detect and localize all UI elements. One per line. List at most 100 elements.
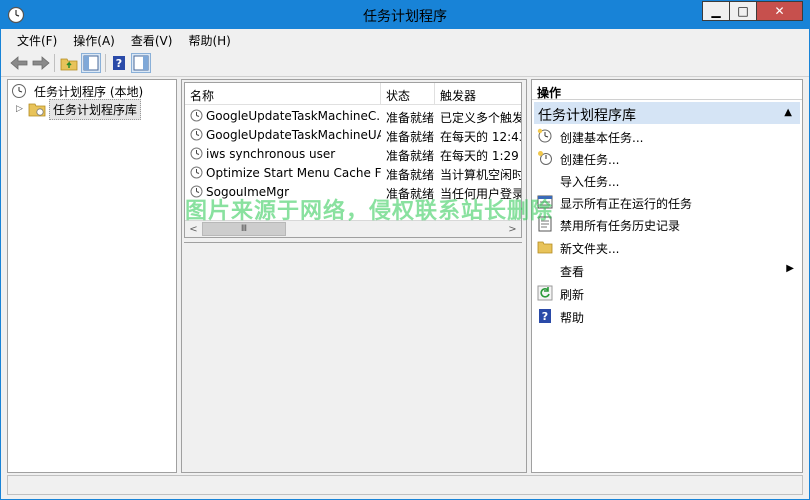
- actions-header: 操作: [532, 80, 802, 100]
- back-icon: [10, 56, 28, 70]
- task-status: 准备就绪: [386, 149, 435, 163]
- task-trigger: 当任何用户登录时: [440, 187, 521, 201]
- task-list[interactable]: 名称 状态 触发器 GoogleUpdateTaskMachineC... 准备…: [184, 82, 522, 238]
- collapse-arrow-icon[interactable]: ▲: [784, 107, 792, 118]
- task-clock-icon: [190, 185, 203, 198]
- scroll-thumb[interactable]: Ⅲ: [202, 222, 286, 236]
- scroll-left-button[interactable]: <: [185, 221, 202, 237]
- horizontal-scrollbar[interactable]: < Ⅲ >: [185, 220, 521, 237]
- action-label: 帮助: [560, 311, 585, 325]
- close-button[interactable]: ✕: [757, 1, 803, 21]
- column-trigger[interactable]: 触发器: [435, 83, 521, 105]
- action-new-folder[interactable]: 新文件夹...: [532, 236, 802, 258]
- forward-button[interactable]: [31, 53, 51, 73]
- task-status: 准备就绪: [386, 168, 435, 182]
- table-row[interactable]: iws synchronous user 准备就绪 在每天的 1:29: [185, 145, 521, 164]
- show-action-pane-button[interactable]: [131, 53, 151, 73]
- task-name: GoogleUpdateTaskMachineUA: [206, 128, 381, 142]
- create-task-icon: [538, 151, 552, 165]
- action-refresh[interactable]: 刷新: [532, 282, 802, 304]
- table-row[interactable]: GoogleUpdateTaskMachineC... 准备就绪 已定义多个触发…: [185, 107, 521, 126]
- task-clock-icon: [190, 147, 203, 160]
- action-label: 导入任务...: [560, 175, 620, 189]
- task-trigger: 已定义多个触发器: [440, 111, 521, 125]
- forward-icon: [32, 56, 50, 70]
- task-scheduler-window: 任务计划程序 ▁ □ ✕ 文件(F) 操作(A) 查看(V) 帮助(H) ? 任…: [0, 0, 810, 500]
- show-hide-tree-button[interactable]: [81, 53, 101, 73]
- actions-section-library[interactable]: 任务计划程序库 ▲: [534, 102, 800, 124]
- action-label: 查看: [560, 265, 585, 279]
- title-bar[interactable]: 任务计划程序 ▁ □ ✕: [1, 1, 809, 29]
- new-folder-icon: [537, 241, 553, 254]
- action-help[interactable]: ? 帮助: [532, 305, 802, 327]
- action-label: 禁用所有任务历史记录: [560, 219, 681, 233]
- menu-action[interactable]: 操作(A): [65, 29, 123, 50]
- menu-bar: 文件(F) 操作(A) 查看(V) 帮助(H): [1, 29, 809, 50]
- column-status[interactable]: 状态: [381, 83, 435, 105]
- task-status: 准备就绪: [386, 111, 435, 125]
- task-status: 准备就绪: [386, 187, 435, 201]
- task-trigger: 在每天的 12:43: [440, 130, 522, 144]
- help-icon: ?: [113, 56, 125, 70]
- task-detail-area: [184, 242, 522, 468]
- tree-item-library[interactable]: ▷ 任务计划程序库: [16, 98, 142, 120]
- toolbar: ?: [1, 50, 809, 77]
- up-folder-icon: [60, 58, 78, 71]
- action-import-task[interactable]: 导入任务...: [532, 169, 802, 191]
- task-name: iws synchronous user: [206, 147, 336, 161]
- action-show-running-tasks[interactable]: 显示所有正在运行的任务: [532, 191, 802, 213]
- task-name: SogouImeMgr: [206, 185, 290, 199]
- task-trigger: 在每天的 1:29: [440, 149, 519, 163]
- help-icon: ?: [539, 309, 551, 323]
- tree-expander-icon[interactable]: ▷: [16, 104, 28, 114]
- actions-pane: 操作 任务计划程序库 ▲ 创建基本任务... 创建任务... 导入任务... 显…: [531, 79, 803, 473]
- table-row[interactable]: GoogleUpdateTaskMachineUA 准备就绪 在每天的 12:4…: [185, 126, 522, 145]
- tree-item-root[interactable]: 任务计划程序 (本地): [11, 82, 146, 100]
- window-controls: ▁ □ ✕: [702, 1, 803, 21]
- task-name: GoogleUpdateTaskMachineC...: [206, 109, 381, 123]
- action-disable-history[interactable]: 禁用所有任务历史记录: [532, 213, 802, 235]
- maximize-button[interactable]: □: [730, 1, 757, 21]
- action-label: 创建任务...: [560, 153, 620, 167]
- action-label: 创建基本任务...: [560, 131, 644, 145]
- status-bar: [7, 475, 803, 495]
- toolbar-separator: [54, 54, 55, 72]
- action-view[interactable]: 查看 ▶: [532, 259, 802, 281]
- minimize-button[interactable]: ▁: [702, 1, 730, 21]
- running-tasks-icon: [537, 195, 553, 209]
- column-name[interactable]: 名称: [185, 83, 381, 105]
- action-create-basic-task[interactable]: 创建基本任务...: [532, 125, 802, 147]
- svg-text:?: ?: [116, 57, 122, 70]
- task-status: 准备就绪: [386, 130, 435, 144]
- help-button[interactable]: ?: [109, 53, 129, 73]
- history-icon: [538, 216, 552, 232]
- task-list-pane: 名称 状态 触发器 GoogleUpdateTaskMachineC... 准备…: [181, 79, 527, 473]
- submenu-arrow-icon: ▶: [786, 263, 794, 274]
- toolbar-separator: [105, 54, 106, 72]
- menu-view[interactable]: 查看(V): [123, 29, 181, 50]
- refresh-icon: [537, 285, 553, 301]
- scroll-right-button[interactable]: >: [504, 221, 521, 237]
- action-create-task[interactable]: 创建任务...: [532, 147, 802, 169]
- clock-icon: [12, 84, 26, 98]
- console-tree[interactable]: 任务计划程序 (本地) ▷ 任务计划程序库: [7, 79, 177, 473]
- create-basic-task-icon: [537, 128, 552, 143]
- list-header: 名称 状态 触发器: [185, 83, 521, 105]
- show-action-pane-icon: [133, 55, 149, 71]
- window-title: 任务计划程序: [363, 9, 447, 25]
- action-label: 刷新: [560, 288, 585, 302]
- up-folder-button[interactable]: [59, 53, 79, 73]
- menu-file[interactable]: 文件(F): [9, 29, 65, 50]
- tree-library-label: 任务计划程序库: [49, 98, 142, 120]
- menu-help[interactable]: 帮助(H): [180, 29, 238, 50]
- task-name: Optimize Start Menu Cache Fil...: [206, 166, 381, 180]
- table-row[interactable]: Optimize Start Menu Cache Fil... 准备就绪 当计…: [185, 164, 521, 183]
- task-clock-icon: [190, 166, 203, 179]
- table-row[interactable]: SogouImeMgr 准备就绪 当任何用户登录时: [185, 183, 521, 202]
- back-button[interactable]: [9, 53, 29, 73]
- task-clock-icon: [190, 109, 203, 122]
- action-label: 显示所有正在运行的任务: [560, 197, 693, 211]
- show-hide-tree-icon: [83, 55, 99, 71]
- folder-icon: [28, 103, 46, 117]
- action-label: 新文件夹...: [560, 242, 620, 256]
